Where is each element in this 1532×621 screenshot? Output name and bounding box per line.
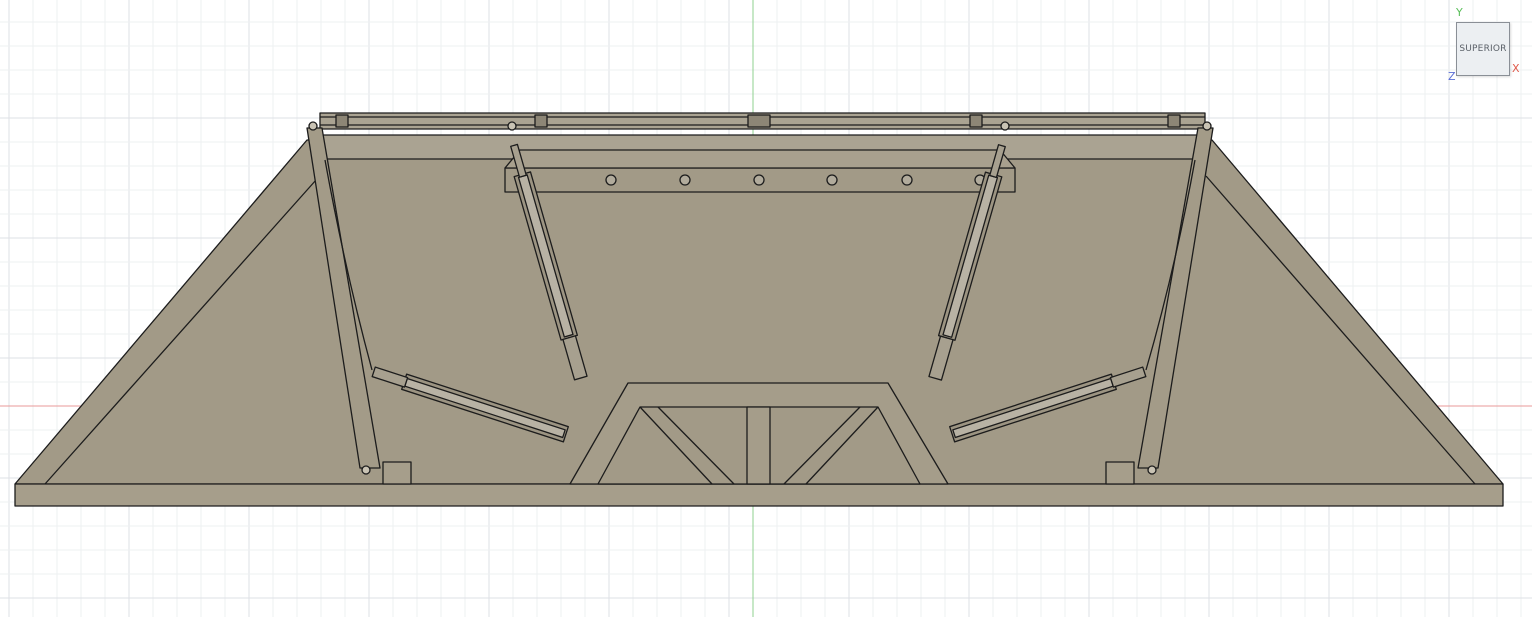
axis-z-label: Z — [1448, 70, 1456, 83]
rail-clamp — [534, 114, 548, 128]
rail-clamp — [969, 114, 983, 128]
view-cube-face-top[interactable]: SUPERIOR — [1456, 22, 1510, 76]
model-scene[interactable] — [0, 0, 1532, 617]
rail-clamp — [747, 114, 771, 128]
left-pivot-block — [382, 461, 412, 485]
axis-x-label: X — [1512, 62, 1520, 75]
view-cube-face-label: SUPERIOR — [1459, 44, 1507, 54]
base-bar[interactable] — [14, 483, 1504, 507]
axis-y-label: Y — [1456, 6, 1463, 19]
rail-clamp — [1167, 114, 1181, 128]
rail-clamp — [335, 114, 349, 128]
model-body[interactable] — [14, 112, 1504, 507]
right-pivot-block — [1105, 461, 1135, 485]
view-cube[interactable]: Y SUPERIOR X Z — [1448, 6, 1528, 83]
canvas-viewport[interactable]: Y SUPERIOR X Z — [0, 0, 1532, 617]
